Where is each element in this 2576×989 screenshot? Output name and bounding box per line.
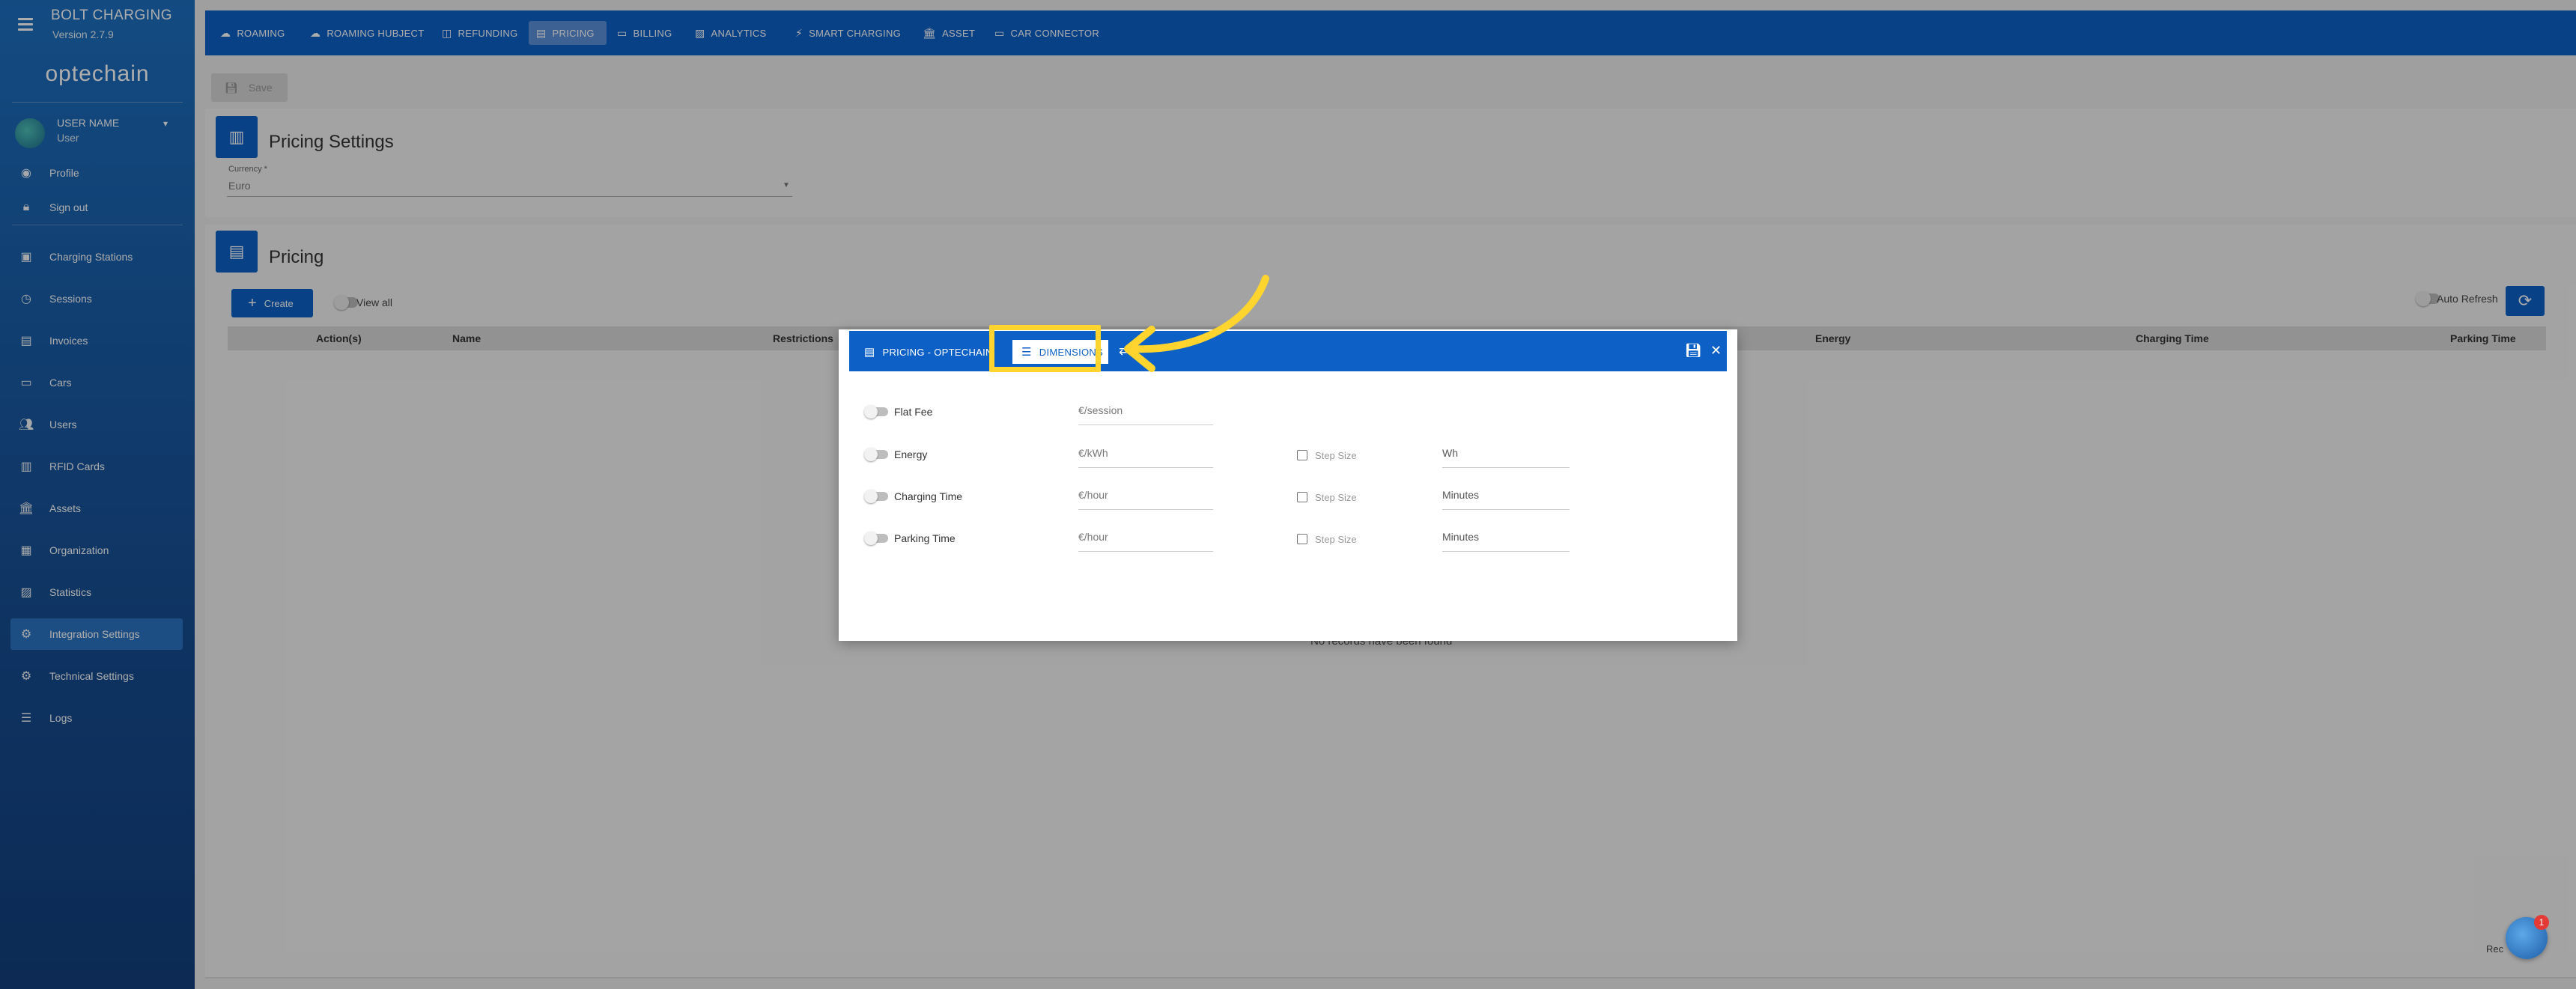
- parking-time-toggle[interactable]: [864, 532, 888, 545]
- dimension-row-flat-fee: Flat Fee €/session: [860, 397, 1609, 427]
- dimension-label: Flat Fee: [894, 406, 933, 418]
- charging-time-step-input[interactable]: Minutes: [1442, 489, 1570, 510]
- chat-notification-badge: 1: [2534, 915, 2549, 930]
- step-size-label: Step Size: [1315, 534, 1357, 545]
- parking-time-step-size-checkbox[interactable]: [1297, 534, 1307, 544]
- dimension-row-charging-time: Charging Time €/hour Step Size Minutes: [860, 481, 1609, 511]
- pricing-icon: ▤: [864, 346, 875, 359]
- tab-label: PRICING - OPTECHAIN: [882, 346, 993, 358]
- tutorial-highlight-box: [989, 325, 1101, 372]
- step-size-label: Step Size: [1315, 450, 1357, 461]
- step-size-label: Step Size: [1315, 492, 1357, 503]
- dialog-header: ▤ PRICING - OPTECHAIN ☰ DIMENSIONS ⇄ 💾︎ …: [849, 331, 1727, 371]
- dimension-label: Charging Time: [894, 490, 963, 502]
- energy-price-input[interactable]: €/kWh: [1078, 447, 1213, 468]
- dimension-label: Parking Time: [894, 532, 956, 544]
- energy-step-size-checkbox[interactable]: [1297, 450, 1307, 460]
- tutorial-arrow-icon: [1124, 275, 1269, 372]
- parking-time-price-input[interactable]: €/hour: [1078, 531, 1213, 552]
- dimension-row-parking-time: Parking Time €/hour Step Size Minutes: [860, 523, 1609, 553]
- save-icon[interactable]: 💾︎: [1685, 343, 1702, 359]
- tab-pricing-optechain[interactable]: ▤ PRICING - OPTECHAIN: [864, 340, 993, 364]
- energy-toggle[interactable]: [864, 448, 888, 461]
- flat-fee-toggle[interactable]: [864, 405, 888, 419]
- charging-time-step-size-checkbox[interactable]: [1297, 492, 1307, 502]
- energy-step-input[interactable]: Wh: [1442, 447, 1570, 468]
- charging-time-price-input[interactable]: €/hour: [1078, 489, 1213, 510]
- flat-fee-input[interactable]: €/session: [1078, 404, 1213, 425]
- close-icon[interactable]: ✕: [1710, 343, 1722, 359]
- charging-time-toggle[interactable]: [864, 490, 888, 503]
- dimension-label: Energy: [894, 448, 928, 460]
- dimension-row-energy: Energy €/kWh Step Size Wh: [860, 439, 1609, 469]
- parking-time-step-input[interactable]: Minutes: [1442, 531, 1570, 552]
